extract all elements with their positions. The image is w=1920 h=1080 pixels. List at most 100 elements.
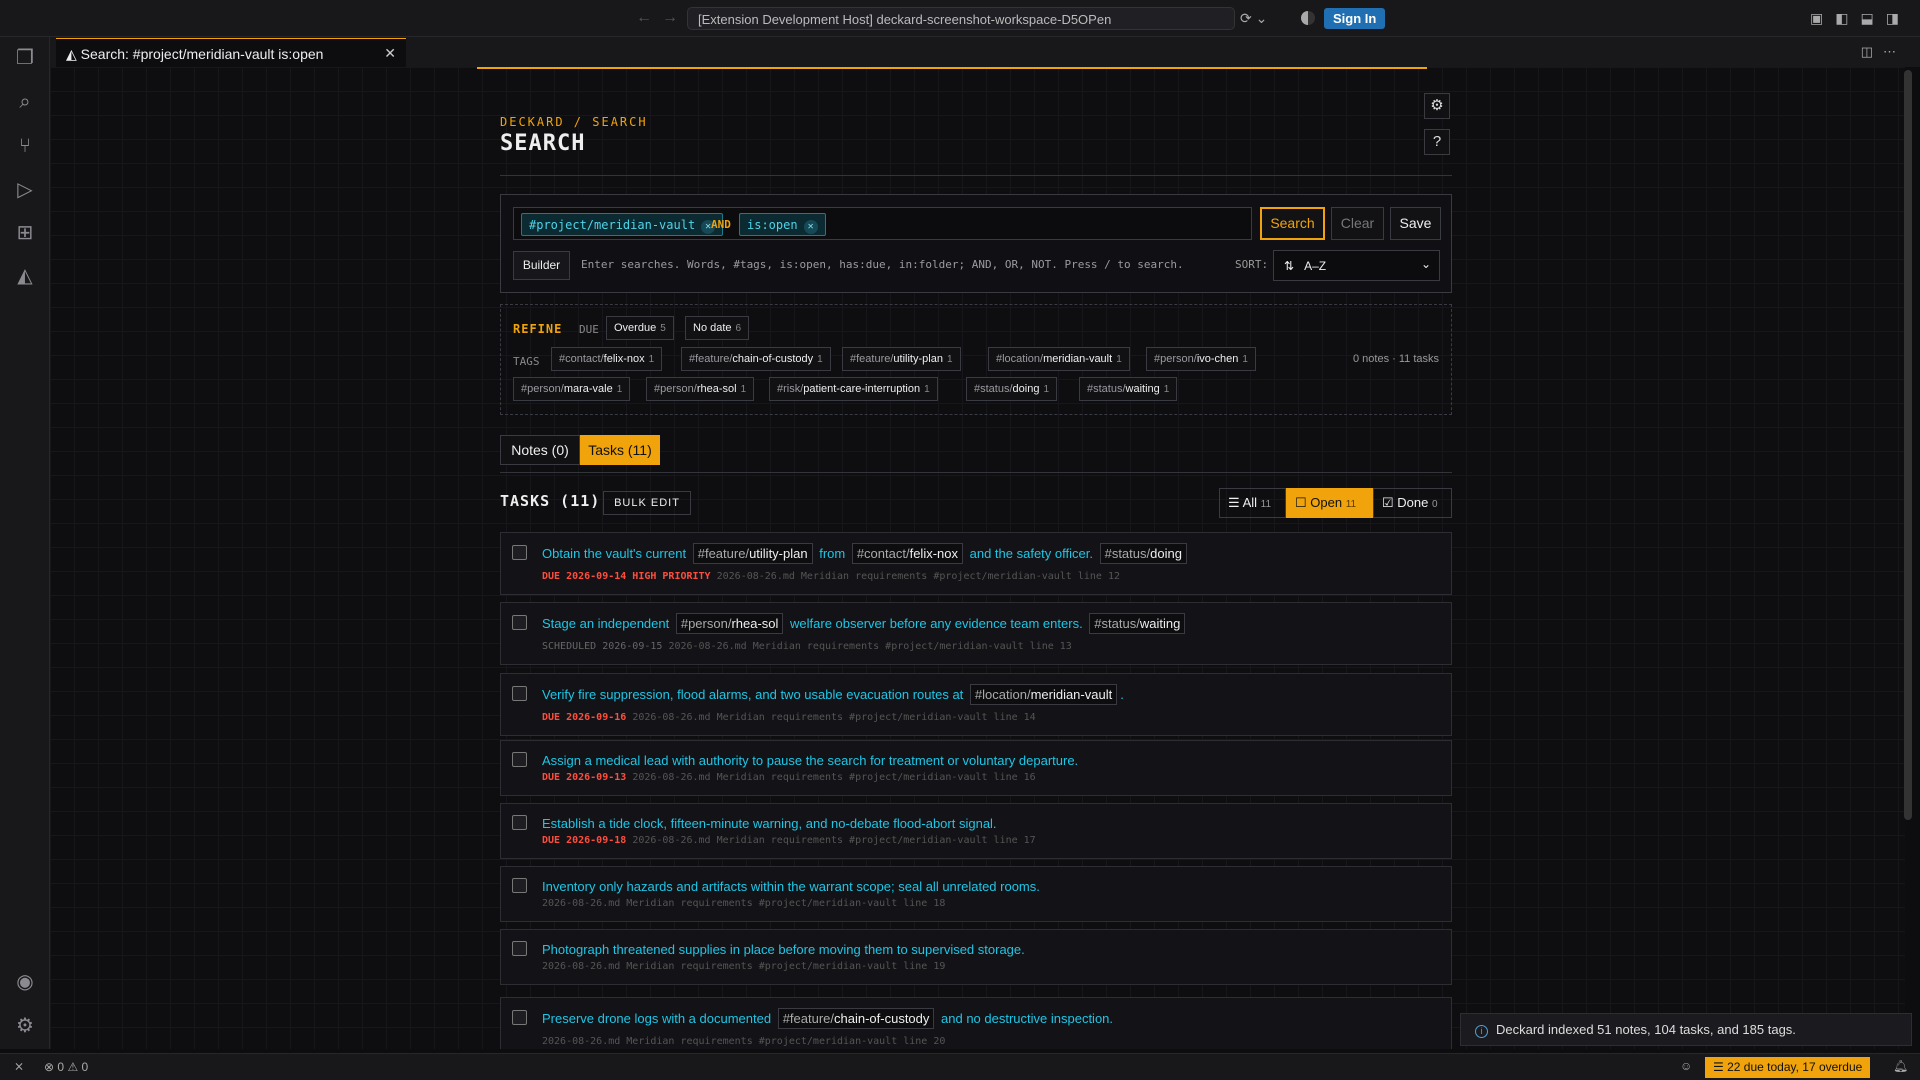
task-text[interactable]: Inventory only hazards and artifacts wit…	[542, 879, 1040, 894]
remove-chip-icon[interactable]: ✕	[803, 220, 818, 234]
task-tag[interactable]: #location/meridian-vault	[969, 684, 1118, 705]
copilot-icon[interactable]: ☺	[1680, 1059, 1692, 1073]
task-item[interactable]: Preserve drone logs with a documented #f…	[500, 997, 1452, 1049]
task-source[interactable]: 2026-08-26.md Meridian requirements #pro…	[542, 898, 945, 909]
task-source[interactable]: 2026-08-26.md Meridian requirements #pro…	[632, 835, 1035, 846]
tab-notes[interactable]: Notes (0)	[500, 435, 580, 465]
more-icon[interactable]: ⋯	[1883, 44, 1906, 59]
tag-filter-ivo-chen[interactable]: #person/ivo-chen 1	[1146, 347, 1256, 371]
task-source[interactable]: 2026-08-26.md Meridian requirements #pro…	[542, 961, 945, 972]
task-tag[interactable]: #status/waiting	[1089, 613, 1186, 634]
task-text[interactable]: Verify fire suppression, flood alarms, a…	[542, 684, 1124, 705]
problems-indicator[interactable]: ⊗ 0 ⚠ 0	[44, 1060, 88, 1074]
tag-filter-rhea-sol[interactable]: #person/rhea-sol 1	[646, 377, 755, 401]
due-filter-overdue[interactable]: Overdue 5	[606, 316, 674, 340]
tag-filter-utility-plan[interactable]: #feature/utility-plan 1	[842, 347, 961, 371]
task-tag[interactable]: #status/doing	[1099, 543, 1187, 564]
sidebar-toggle-icon[interactable]: ◧	[1835, 10, 1860, 26]
panel-toggle-icon[interactable]: ⬓	[1860, 10, 1885, 26]
task-checkbox[interactable]	[512, 752, 527, 767]
tag-filter-doing[interactable]: #status/doing 1	[966, 377, 1058, 401]
deckard-icon[interactable]: ◭	[12, 263, 38, 289]
nav-arrows[interactable]: ←→	[636, 9, 688, 27]
layout-icon[interactable]: ▣	[1810, 10, 1835, 26]
task-source[interactable]: 2026-08-26.md Meridian requirements #pro…	[632, 772, 1035, 783]
task-text[interactable]: Assign a medical lead with authority to …	[542, 753, 1078, 768]
task-checkbox[interactable]	[512, 941, 527, 956]
tab-search[interactable]: ◭ Search: #project/meridian-vault is:ope…	[56, 38, 406, 67]
secondary-sidebar-icon[interactable]: ◨	[1886, 10, 1911, 26]
task-checkbox[interactable]	[512, 1010, 527, 1025]
filter-open[interactable]: ☐ Open 11	[1286, 488, 1373, 518]
bulk-edit-button[interactable]: BULK EDIT	[603, 491, 691, 515]
task-tag[interactable]: #person/rhea-sol	[675, 613, 784, 634]
scrollbar[interactable]	[1904, 70, 1912, 820]
editor-actions[interactable]: ◫⋯	[1861, 44, 1906, 60]
tag-filter-meridian-vault[interactable]: #location/meridian-vault 1	[988, 347, 1130, 371]
clear-button[interactable]: Clear	[1331, 207, 1384, 240]
layout-controls[interactable]: ▣◧⬓◨	[1810, 10, 1911, 27]
tag-filter-waiting[interactable]: #status/waiting 1	[1079, 377, 1178, 401]
sync-icon[interactable]: ⟳ ⌄	[1240, 10, 1267, 27]
tag-filter-chain-of-custody[interactable]: #feature/chain-of-custody 1	[681, 347, 831, 371]
task-item[interactable]: Photograph threatened supplies in place …	[500, 929, 1452, 985]
task-source[interactable]: 2026-08-26.md Meridian requirements #pro…	[542, 1036, 945, 1047]
task-checkbox[interactable]	[512, 545, 527, 560]
task-source[interactable]: 2026-08-26.md Meridian requirements #pro…	[717, 571, 1120, 582]
settings-gear-icon[interactable]: ⚙	[12, 1013, 38, 1039]
task-text[interactable]: Obtain the vault's current #feature/util…	[542, 543, 1190, 564]
query-input[interactable]: #project/meridian-vault ✕ AND is:open ✕	[513, 207, 1252, 240]
tab-tasks[interactable]: Tasks (11)	[580, 435, 660, 465]
settings-button[interactable]: ⚙	[1424, 93, 1450, 119]
query-chip-project[interactable]: #project/meridian-vault ✕	[521, 213, 724, 236]
tag-filter-felix-nox[interactable]: #contact/felix-nox 1	[551, 347, 663, 371]
filter-done[interactable]: ☑ Done 0	[1373, 488, 1452, 518]
sign-in-button[interactable]: Sign In	[1324, 8, 1386, 29]
task-text[interactable]: Photograph threatened supplies in place …	[542, 942, 1025, 957]
task-text[interactable]: Stage an independent #person/rhea-sol we…	[542, 613, 1188, 634]
tag-filter-patient-care-interruption[interactable]: #risk/patient-care-interruption 1	[769, 377, 938, 401]
due-filter-no-date[interactable]: No date 6	[685, 316, 750, 340]
save-button[interactable]: Save	[1390, 207, 1441, 240]
back-arrow-icon[interactable]: ←	[636, 9, 662, 26]
theme-icon[interactable]	[1301, 11, 1315, 25]
command-center[interactable]: [Extension Development Host] deckard-scr…	[687, 7, 1235, 30]
filter-all[interactable]: ☰ All 11	[1219, 488, 1286, 518]
task-item[interactable]: Verify fire suppression, flood alarms, a…	[500, 673, 1452, 736]
help-button[interactable]: ?	[1424, 129, 1450, 155]
extensions-icon[interactable]: ⊞	[12, 220, 38, 246]
task-checkbox[interactable]	[512, 615, 527, 630]
remote-icon[interactable]: ⨯	[14, 1059, 24, 1073]
task-item[interactable]: Assign a medical lead with authority to …	[500, 740, 1452, 796]
run-debug-icon[interactable]: ▷	[12, 177, 38, 203]
search-icon[interactable]: ⌕	[12, 89, 38, 115]
sort-select[interactable]: ⇅ A–Z ⌄	[1273, 250, 1440, 281]
close-icon[interactable]: ✕	[384, 45, 396, 62]
task-source[interactable]: 2026-08-26.md Meridian requirements #pro…	[668, 641, 1071, 652]
bell-icon[interactable]: 🔔︎	[1893, 1059, 1908, 1073]
task-tag[interactable]: #contact/felix-nox	[851, 543, 964, 564]
task-text[interactable]: Establish a tide clock, fifteen-minute w…	[542, 816, 997, 831]
task-checkbox[interactable]	[512, 878, 527, 893]
task-text[interactable]: Preserve drone logs with a documented #f…	[542, 1008, 1113, 1029]
task-tag[interactable]: #feature/chain-of-custody	[777, 1008, 935, 1029]
task-item[interactable]: Establish a tide clock, fifteen-minute w…	[500, 803, 1452, 859]
forward-arrow-icon[interactable]: →	[662, 9, 688, 26]
deckard-status-item[interactable]: ☰ 22 due today, 17 overdue	[1705, 1057, 1871, 1078]
notification-toast[interactable]: i Deckard indexed 51 notes, 104 tasks, an…	[1460, 1013, 1912, 1046]
search-button[interactable]: Search	[1260, 207, 1325, 240]
tag-filter-mara-vale[interactable]: #person/mara-vale 1	[513, 377, 631, 401]
task-item[interactable]: Obtain the vault's current #feature/util…	[500, 532, 1452, 595]
task-checkbox[interactable]	[512, 815, 527, 830]
explorer-icon[interactable]: ❐	[12, 45, 38, 71]
task-tag[interactable]: #feature/utility-plan	[692, 543, 813, 564]
builder-button[interactable]: Builder	[513, 251, 570, 280]
split-editor-icon[interactable]: ◫	[1861, 44, 1883, 59]
task-source[interactable]: 2026-08-26.md Meridian requirements #pro…	[632, 712, 1035, 723]
task-item[interactable]: Inventory only hazards and artifacts wit…	[500, 866, 1452, 922]
query-chip-status[interactable]: is:open ✕	[739, 213, 826, 236]
account-icon[interactable]: ◉	[12, 969, 38, 995]
task-checkbox[interactable]	[512, 686, 527, 701]
task-item[interactable]: Stage an independent #person/rhea-sol we…	[500, 602, 1452, 665]
source-control-icon[interactable]: ⑂	[12, 133, 38, 159]
